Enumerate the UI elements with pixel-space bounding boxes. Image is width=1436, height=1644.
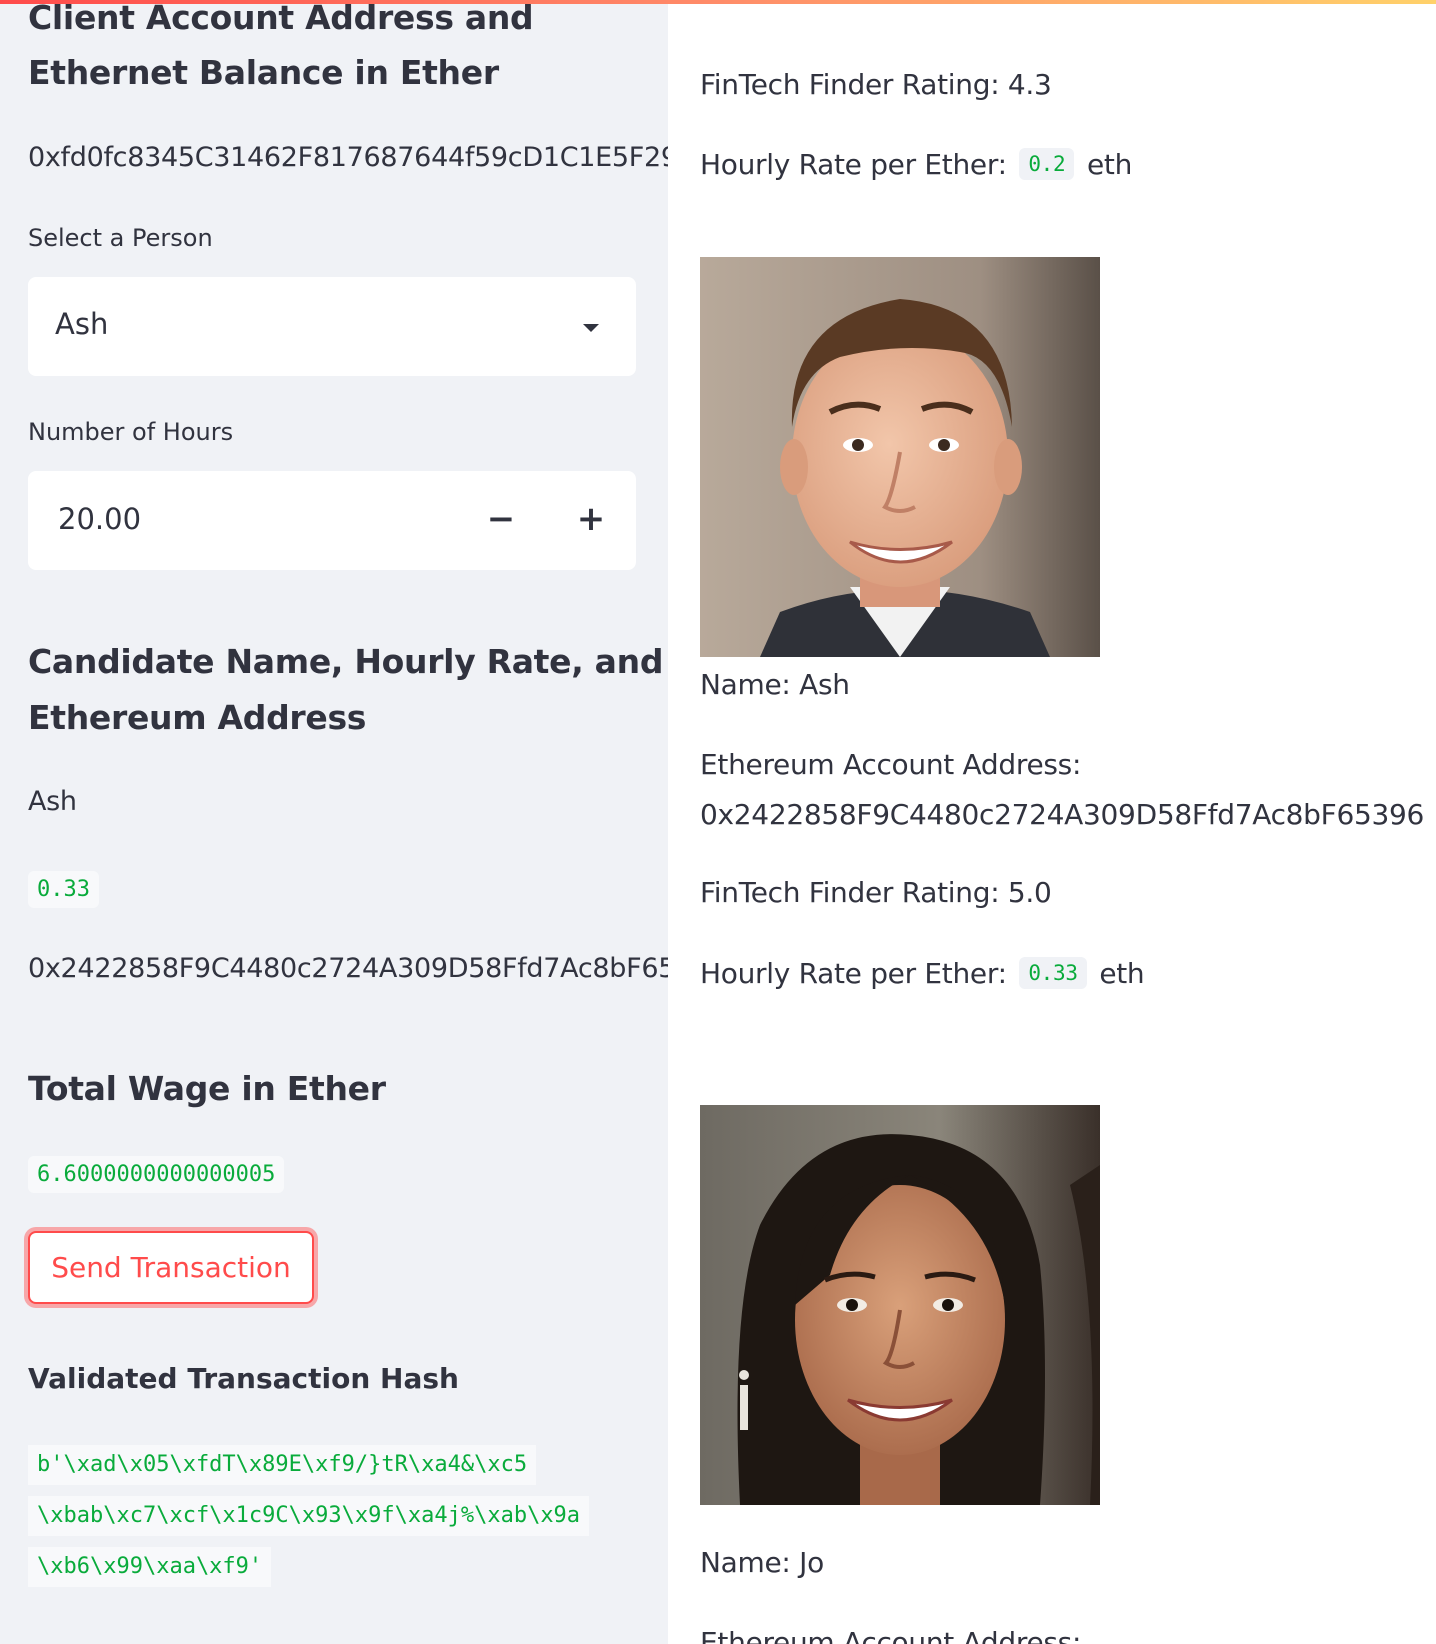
hours-label: Number of Hours [28, 418, 234, 446]
hours-stepper: 20.00 − + [28, 471, 636, 570]
candidate-heading-line1: Candidate Name, Hourly Rate, and [28, 642, 664, 681]
ash-rating: FinTech Finder Rating: 5.0 [700, 876, 1052, 909]
hourly-rate-label: Hourly Rate per Ether: [700, 957, 1007, 990]
candidate-photo-jo [700, 1105, 1100, 1505]
hash-line: \xbab\xc7\xcf\x1c9C\x93\x9f\xa4j%\xab\x9… [28, 1496, 590, 1536]
candidate-name: Ash [28, 786, 77, 817]
wage-heading: Total Wage in Ether [28, 1069, 386, 1108]
hash-line: b'\xad\x05\xfdT\x89E\xf9/}tR\xa4&\xc5 [28, 1445, 537, 1485]
hash-heading: Validated Transaction Hash [28, 1362, 459, 1395]
ash-name: Name: Ash [700, 668, 850, 701]
person-select[interactable]: Ash [28, 277, 636, 376]
chevron-down-icon [583, 324, 599, 332]
ash-address-label: Ethereum Account Address: [700, 748, 1082, 781]
hourly-rate-value: 0.33 [1019, 957, 1087, 989]
select-person-label: Select a Person [28, 224, 213, 252]
candidate-heading-line2: Ethereum Address [28, 698, 367, 737]
decrement-button[interactable]: − [456, 471, 546, 570]
candidate-rate: 0.33 [28, 871, 99, 908]
eth-unit: eth [1099, 957, 1145, 990]
top-decoration-bar [0, 0, 1436, 4]
previous-hourly-rate: Hourly Rate per Ether: 0.2 eth [700, 148, 1132, 181]
increment-button[interactable]: + [546, 471, 636, 570]
client-heading-line1: Client Account Address and [28, 0, 534, 37]
client-heading-line2: Ethernet Balance in Ether [28, 53, 499, 92]
hourly-rate-value: 0.2 [1019, 148, 1075, 180]
send-transaction-button[interactable]: Send Transaction [28, 1231, 314, 1304]
candidate-photo-ash [700, 257, 1100, 657]
main-content: 0xaC8eB8B2ed5C4a0fC41a84Ee4950F417f67029… [668, 0, 1436, 1644]
previous-rating: FinTech Finder Rating: 4.3 [700, 68, 1052, 101]
wage-value: 6.6000000000000005 [28, 1156, 285, 1193]
sidebar: Client Account Address and Ethernet Bala… [0, 0, 668, 1644]
ash-hourly-rate: Hourly Rate per Ether: 0.33 eth [700, 957, 1145, 990]
jo-address-label: Ethereum Account Address: [700, 1626, 1082, 1644]
client-address: 0xfd0fc8345C31462F817687644f59cD1C1E5F29… [28, 142, 668, 173]
jo-name: Name: Jo [700, 1546, 824, 1579]
hash-line: \xb6\x99\xaa\xf9' [28, 1547, 272, 1587]
hourly-rate-label: Hourly Rate per Ether: [700, 148, 1007, 181]
ash-address: 0x2422858F9C4480c2724A309D58Ffd7Ac8bF653… [700, 798, 1425, 831]
hours-input[interactable]: 20.00 [28, 471, 456, 570]
person-select-value: Ash [55, 307, 109, 341]
eth-unit: eth [1086, 148, 1133, 181]
hours-input-value: 20.00 [58, 502, 142, 536]
candidate-address: 0x2422858F9C4480c2724A309D58Ffd7Ac8bF653… [28, 953, 668, 984]
